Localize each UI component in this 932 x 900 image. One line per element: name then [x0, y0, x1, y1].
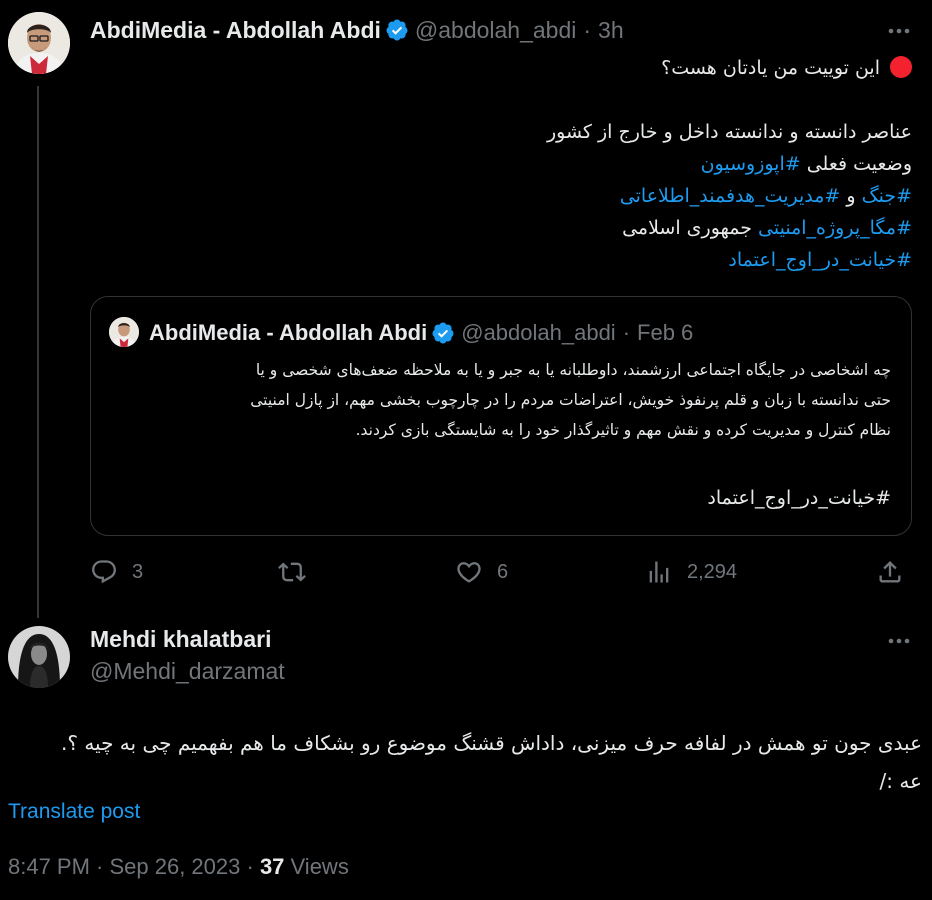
body-line-5: #مگا_پروژه_امنیتی جمهوری اسلامی	[622, 217, 912, 239]
tweet-metadata: 8:47 PM · Sep 26, 2023 · 37 Views	[8, 854, 349, 880]
separator-dot: ·	[583, 17, 592, 43]
thread-connector-line	[37, 86, 39, 618]
red-circle-emoji	[890, 56, 912, 78]
tweet-time[interactable]: 3h	[598, 16, 624, 44]
like-count: 6	[497, 560, 509, 583]
share-button[interactable]	[876, 556, 904, 588]
quoted-hashtag: #خیانت_در_اوج_اعتماد	[707, 487, 891, 509]
views-button[interactable]: 2,294	[645, 556, 737, 588]
more-icon[interactable]	[886, 18, 912, 44]
quoted-tweet-date: Feb 6	[637, 320, 694, 345]
hashtag-link[interactable]: #اپوزوسیون	[701, 153, 801, 175]
views-count: 2,294	[687, 560, 738, 583]
translate-post-link[interactable]: Translate post	[8, 800, 140, 824]
tweet-header: AbdiMedia - Abdollah Abdi @abdolah_abdi …	[90, 16, 624, 44]
views-label: Views	[284, 854, 349, 879]
reply-icon	[92, 560, 116, 584]
reply-count: 3	[132, 560, 144, 583]
reply-line-2: عه :/	[879, 769, 923, 793]
quoted-author-name: AbdiMedia - Abdollah Abdi	[149, 320, 428, 345]
hashtag-link[interactable]: #جنگ	[862, 185, 912, 207]
reply-body: عبدی جون تو همش در لفافه حرف میزنی، دادا…	[61, 724, 922, 800]
author-avatar[interactable]	[8, 12, 70, 74]
tweet-body: این توییت من یادتان هست؟ عناصر دانسته و …	[547, 52, 912, 276]
quoted-tweet-body: چه اشخاصی در جایگاه اجتماعی ارزشمند، داو…	[250, 355, 891, 445]
quoted-line-1: چه اشخاصی در جایگاه اجتماعی ارزشمند، داو…	[255, 361, 891, 379]
reply-author-avatar[interactable]	[8, 626, 70, 688]
quoted-line-3: نظام کنترل و مدیریت کرده و نقش مهم و تاث…	[355, 421, 891, 439]
quoted-author-avatar	[109, 317, 139, 347]
reply-author-handle[interactable]: @Mehdi_darzamat	[90, 658, 285, 685]
quoted-tweet-header: AbdiMedia - Abdollah Abdi @abdolah_abdi …	[149, 319, 693, 347]
reply-author-name[interactable]: Mehdi khalatbari	[90, 626, 271, 653]
author-handle[interactable]: @abdolah_abdi	[415, 16, 576, 44]
retweet-button[interactable]	[278, 556, 306, 588]
tweet-page: AbdiMedia - Abdollah Abdi @abdolah_abdi …	[0, 0, 932, 900]
author-name[interactable]: AbdiMedia - Abdollah Abdi	[90, 16, 381, 44]
verified-badge-icon	[432, 322, 454, 344]
body-line-4: #جنگ و #مدیریت_هدفمند_اطلاعاتی	[619, 185, 912, 207]
body-line-2: عناصر دانسته و ندانسته داخل و خارج از کش…	[546, 121, 912, 143]
body-line-3: وضعیت فعلی #اپوزوسیون	[700, 153, 912, 175]
body-line-1: این توییت من یادتان هست؟	[547, 52, 912, 84]
verified-badge-icon	[386, 19, 408, 41]
body-line-6: #خیانت_در_اوج_اعتماد	[547, 244, 912, 276]
quoted-author-handle: @abdolah_abdi	[461, 320, 616, 345]
more-icon[interactable]	[886, 628, 912, 654]
hashtag-link[interactable]: #مگا_پروژه_امنیتی	[758, 217, 912, 239]
reply-button[interactable]: 3	[90, 556, 143, 588]
timestamp[interactable]: 8:47 PM · Sep 26, 2023 ·	[8, 854, 260, 879]
views-icon	[649, 561, 669, 583]
quoted-tweet-card[interactable]: AbdiMedia - Abdollah Abdi @abdolah_abdi …	[90, 296, 912, 536]
separator-dot: ·	[622, 320, 631, 345]
hashtag-link[interactable]: #خیانت_در_اوج_اعتماد	[728, 249, 912, 271]
hashtag-link[interactable]: #مدیریت_هدفمند_اطلاعاتی	[620, 185, 841, 207]
quoted-line-2: حتی ندانسته با زبان و قلم پرنفوذ خویش، ا…	[250, 391, 891, 409]
share-icon	[879, 561, 901, 583]
reply-line-1: عبدی جون تو همش در لفافه حرف میزنی، دادا…	[60, 731, 922, 755]
views-total: 37	[259, 854, 285, 879]
like-button[interactable]: 6	[455, 556, 508, 588]
like-icon	[457, 562, 481, 583]
retweet-icon	[278, 562, 306, 582]
